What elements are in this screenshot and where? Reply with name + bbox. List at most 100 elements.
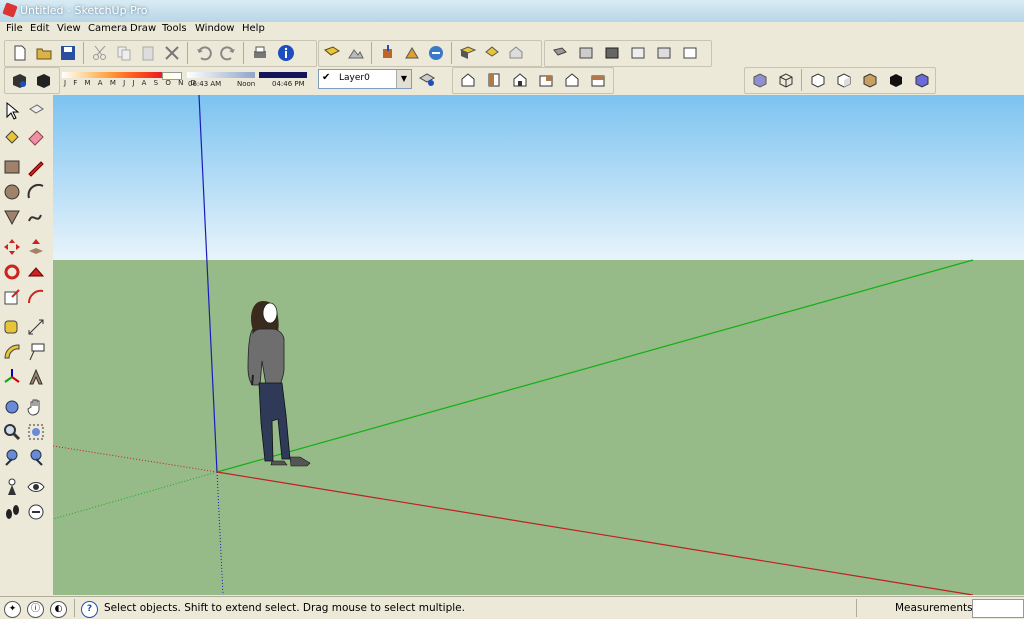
shadow-settings-button[interactable]	[8, 69, 30, 91]
erase-button[interactable]	[161, 42, 183, 64]
print-button[interactable]	[249, 42, 271, 64]
xray-style-button[interactable]	[749, 69, 771, 91]
display-section-planes-button[interactable]	[575, 42, 597, 64]
paint-bucket-tool[interactable]	[2, 127, 24, 149]
scale-tool[interactable]	[2, 287, 24, 309]
polygon-tool[interactable]	[2, 207, 24, 229]
back-view-icon	[565, 73, 579, 87]
drawing-area[interactable]	[53, 95, 1024, 595]
hand-icon	[27, 399, 40, 416]
freehand-tool[interactable]	[26, 207, 48, 229]
components-button[interactable]	[457, 42, 479, 64]
next-view-tool[interactable]	[26, 447, 48, 469]
place-model-button[interactable]	[377, 42, 399, 64]
right-view-button[interactable]	[535, 69, 557, 91]
save-button[interactable]	[57, 42, 79, 64]
front-view-button[interactable]	[509, 69, 531, 91]
time-slider-end[interactable]	[259, 72, 307, 78]
paste-icon	[142, 46, 154, 61]
month-labels: J F M A M J J A S O N D	[64, 79, 199, 87]
rotate-tool[interactable]	[2, 262, 24, 284]
3d-text-tool[interactable]	[26, 367, 48, 389]
zoom-window-tool[interactable]	[26, 422, 48, 444]
terrain-icon	[348, 49, 364, 59]
layer-manager-button[interactable]	[416, 68, 438, 90]
open-file-button[interactable]	[33, 42, 55, 64]
tape-measure-tool[interactable]	[2, 317, 24, 339]
iso-view-button[interactable]	[457, 69, 479, 91]
redo-button[interactable]	[217, 42, 239, 64]
shaded-style-button[interactable]	[833, 69, 855, 91]
select-tool[interactable]	[2, 101, 24, 123]
scissors-icon	[93, 45, 106, 60]
section-plane-tool[interactable]	[26, 502, 48, 524]
zoom-tool[interactable]	[2, 422, 24, 444]
time-slider[interactable]	[187, 72, 255, 78]
red-axis-negative	[53, 445, 218, 473]
section-view-c-button[interactable]	[679, 42, 701, 64]
look-around-tool[interactable]	[26, 477, 48, 499]
menu-file[interactable]: File	[4, 23, 25, 34]
menu-draw[interactable]: Draw	[128, 23, 158, 34]
cut-button[interactable]	[89, 42, 111, 64]
line-tool[interactable]	[26, 157, 48, 179]
arc-tool[interactable]	[26, 182, 48, 204]
menu-tools[interactable]: Tools	[160, 23, 189, 34]
help-icon[interactable]: ?	[81, 601, 98, 618]
position-camera-tool[interactable]	[2, 477, 24, 499]
follow-me-tool[interactable]	[26, 262, 48, 284]
measurements-input[interactable]	[972, 599, 1024, 618]
user-account-icon[interactable]: ◐	[50, 601, 67, 618]
make-component-button[interactable]	[481, 42, 503, 64]
menu-help[interactable]: Help	[240, 23, 267, 34]
share-model-button[interactable]	[425, 42, 447, 64]
pan-tool[interactable]	[26, 397, 48, 419]
undo-button[interactable]	[193, 42, 215, 64]
offset-tool[interactable]	[26, 287, 48, 309]
dynamic-components-button[interactable]	[505, 42, 527, 64]
geo-location-icon[interactable]: ✦	[4, 601, 21, 618]
menu-edit[interactable]: Edit	[28, 23, 51, 34]
hidden-line-style-button[interactable]	[807, 69, 829, 91]
paste-button[interactable]	[137, 42, 159, 64]
protractor-tool[interactable]	[2, 342, 24, 364]
move-tool[interactable]	[2, 237, 24, 259]
chevron-down-icon[interactable]: ▼	[396, 70, 411, 88]
left-view-button[interactable]	[587, 69, 609, 91]
menu-window[interactable]: Window	[193, 23, 236, 34]
toggle-terrain-button[interactable]	[345, 42, 367, 64]
menu-camera[interactable]: Camera	[86, 23, 129, 34]
section-view-b-button[interactable]	[653, 42, 675, 64]
display-shadows-button[interactable]	[32, 69, 54, 91]
axes-tool[interactable]	[2, 367, 24, 389]
shaded-textures-style-button[interactable]	[859, 69, 881, 91]
top-view-button[interactable]	[483, 69, 505, 91]
orbit-tool[interactable]	[2, 397, 24, 419]
circle-tool[interactable]	[2, 182, 24, 204]
eraser-tool[interactable]	[26, 127, 48, 149]
rectangle-tool[interactable]	[2, 157, 24, 179]
make-component-tool[interactable]	[26, 101, 48, 123]
get-models-button[interactable]	[401, 42, 423, 64]
menu-view[interactable]: View	[55, 23, 83, 34]
previous-view-tool[interactable]	[2, 447, 24, 469]
layer-select[interactable]: ✔ Layer0 ▼	[318, 69, 412, 89]
dimension-tool[interactable]	[26, 317, 48, 339]
copy-button[interactable]	[113, 42, 135, 64]
section-view-a-button[interactable]	[627, 42, 649, 64]
new-file-button[interactable]	[9, 42, 31, 64]
person-figure[interactable]	[247, 301, 311, 467]
monochrome-style-button[interactable]	[885, 69, 907, 91]
shadow-box-icon	[37, 74, 50, 88]
wireframe-style-button[interactable]	[775, 69, 797, 91]
credits-icon[interactable]: ⓘ	[27, 601, 44, 618]
text-tool[interactable]	[26, 342, 48, 364]
model-info-button[interactable]	[275, 42, 297, 64]
display-section-cuts-button[interactable]	[601, 42, 623, 64]
walk-tool[interactable]	[2, 502, 24, 524]
back-view-button[interactable]	[561, 69, 583, 91]
push-pull-tool[interactable]	[26, 237, 48, 259]
xray-toggle-button[interactable]	[911, 69, 933, 91]
get-current-view-button[interactable]	[321, 42, 343, 64]
section-plane-button[interactable]	[549, 42, 571, 64]
